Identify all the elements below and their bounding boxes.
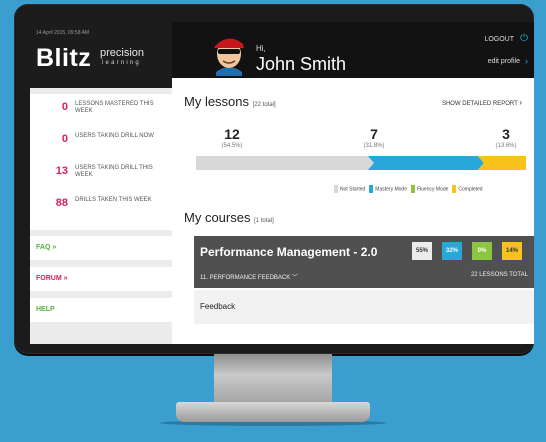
sidebar-nav: FAQ » FORUM » HELP — [30, 236, 172, 322]
brand-logo[interactable]: Blitz — [36, 44, 91, 73]
stat-label: DRILLS TAKEN THIS WEEK — [75, 197, 152, 203]
stat-value: 13 — [55, 165, 68, 177]
badge-not-started: 55% — [412, 242, 432, 260]
legend-label: Fluency Mode — [416, 186, 449, 193]
lesson-pct-completed: (13.6%) — [495, 143, 517, 149]
lesson-count-completed: 3 — [502, 126, 510, 142]
lesson-progress-bar — [196, 156, 526, 170]
courses-heading: My courses [1 total] — [184, 210, 274, 225]
stat-users-drill-now: 0 USERS TAKING DRILL NOW — [30, 130, 172, 162]
brand-header: 14 April 2015, 09:58 AM Blitz precision … — [30, 22, 172, 88]
chevron-right-icon: › — [519, 98, 522, 107]
stats-panel: 0 LESSONS MASTERED THIS WEEK 0 USERS TAK… — [30, 94, 172, 230]
legend-fluency: Fluency Mode — [410, 185, 449, 193]
course-section-label: 11. PERFORMANCE FEEDBACK — [200, 275, 291, 281]
stat-label: LESSONS MASTERED THIS WEEK — [75, 101, 154, 114]
course-title: Performance Management - 2.0 — [200, 245, 378, 259]
legend-swatch — [410, 185, 415, 193]
nav-help[interactable]: HELP — [30, 298, 172, 322]
greeting: Hi, — [256, 44, 266, 53]
badge-mastery: 32% — [442, 242, 462, 260]
stat-value: 88 — [55, 197, 68, 209]
chevron-down-icon: ﹀ — [291, 275, 298, 281]
progress-legend: Not Started Mastery Mode Fluency Mode Co… — [334, 185, 483, 193]
stat-drills-taken-week: 88 DRILLS TAKEN THIS WEEK — [30, 194, 172, 226]
brand-learning: learning — [102, 60, 141, 66]
app-screen: 14 April 2015, 09:58 AM Blitz precision … — [30, 22, 534, 344]
courses-total: [1 total] — [254, 218, 274, 224]
lesson-pct-mastery: (31.8%) — [363, 143, 385, 149]
courses-title: My courses — [184, 210, 251, 225]
sidebar: 14 April 2015, 09:58 AM Blitz precision … — [30, 22, 172, 344]
legend-completed: Completed — [452, 185, 483, 193]
user-name: John Smith — [256, 54, 347, 74]
legend-mastery: Mastery Mode — [369, 185, 407, 193]
legend-label: Mastery Mode — [375, 186, 407, 193]
course-lessons-total: 22 LESSONS TOTAL — [470, 272, 528, 278]
power-icon[interactable]: ⏻ — [520, 33, 528, 44]
monitor-stand-neck — [214, 354, 332, 406]
lesson-count-mastery: 7 — [370, 126, 378, 142]
legend-label: Not Started — [340, 186, 366, 193]
stat-label: USERS TAKING DRILL NOW — [75, 133, 154, 139]
badge-completed: 14% — [502, 242, 522, 260]
badge-fluency: 0% — [472, 242, 492, 260]
lesson-pct-not-started: (54.5%) — [221, 143, 243, 149]
legend-swatch — [369, 185, 374, 193]
chevron-right-icon: › — [525, 56, 528, 66]
lessons-heading: My lessons [22 total] — [184, 94, 276, 109]
progress-segment-not-started — [196, 156, 374, 170]
progress-segment-mastery — [367, 156, 484, 170]
current-date: 14 April 2015, 09:58 AM — [36, 30, 90, 36]
course-card[interactable]: Performance Management - 2.0 55% 32% 0% … — [194, 236, 534, 288]
monitor-stand-base — [176, 402, 370, 422]
legend-label: Completed — [458, 186, 483, 193]
stat-value: 0 — [61, 101, 68, 113]
stat-lessons-mastered: 0 LESSONS MASTERED THIS WEEK — [30, 98, 172, 130]
stat-users-drill-week: 13 USERS TAKING DRILL THIS WEEK — [30, 162, 172, 194]
stat-value: 0 — [61, 133, 68, 145]
edit-profile-link[interactable]: edit profile — [488, 58, 520, 65]
show-report-label: SHOW DETAILED REPORT — [441, 101, 518, 107]
top-bar: Hi, John Smith LOGOUT ⏻ edit profile › — [172, 22, 534, 78]
lessons-total: [22 total] — [252, 102, 276, 108]
lessons-title: My lessons — [184, 94, 250, 109]
brand-precision: precision — [100, 47, 145, 59]
legend-swatch — [452, 185, 457, 193]
lesson-count-not-started: 12 — [224, 126, 240, 142]
course-item-feedback[interactable]: Feedback — [194, 290, 534, 324]
legend-not-started: Not Started — [334, 185, 365, 193]
logout-button[interactable]: LOGOUT — [484, 36, 514, 43]
nav-faq[interactable]: FAQ » — [30, 236, 172, 260]
show-report-button[interactable]: SHOW DETAILED REPORT › — [442, 98, 522, 107]
avatar[interactable] — [206, 28, 252, 76]
nav-forum[interactable]: FORUM » — [30, 267, 172, 291]
progress-segment-completed — [477, 156, 526, 170]
stat-label: USERS TAKING DRILL THIS WEEK — [75, 165, 153, 178]
course-section-toggle[interactable]: 11. PERFORMANCE FEEDBACK ﹀ — [200, 272, 298, 281]
legend-swatch — [334, 185, 338, 193]
